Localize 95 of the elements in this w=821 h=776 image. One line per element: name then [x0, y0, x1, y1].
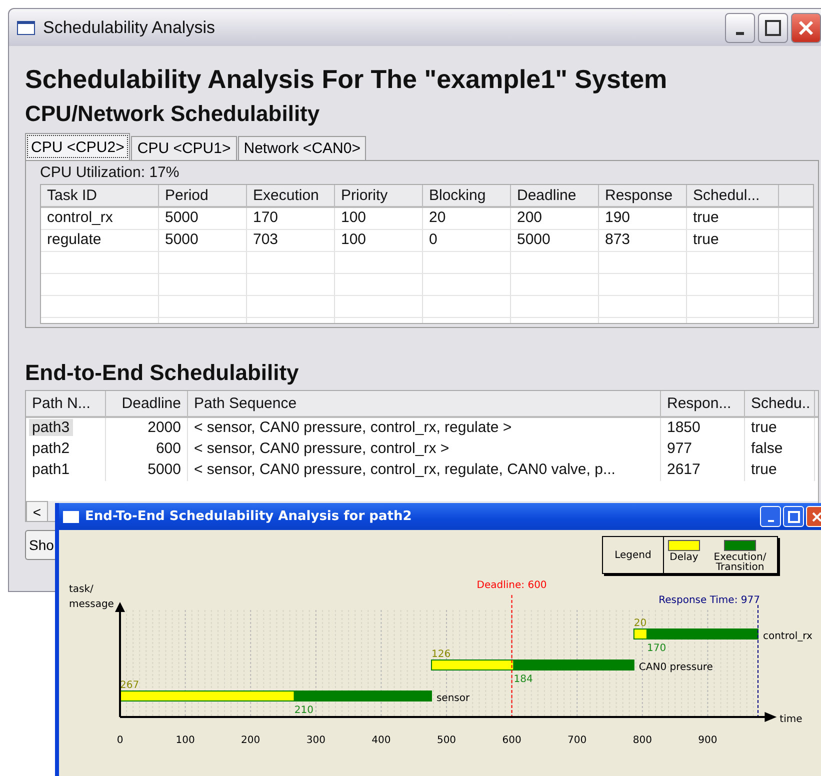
- task-label: sensor: [436, 693, 470, 704]
- table-cell: true: [687, 208, 779, 229]
- table-cell: true: [745, 460, 815, 481]
- task-label: control_rx: [762, 631, 812, 642]
- close-icon: [798, 20, 814, 36]
- table-cell: 0: [423, 230, 511, 251]
- section-heading: End-to-End Schedulability: [25, 360, 300, 386]
- minimize-icon: [736, 32, 744, 35]
- column-header[interactable]: Priority: [335, 185, 423, 206]
- show-button[interactable]: Sho: [25, 530, 55, 560]
- table-cell: 873: [599, 230, 687, 251]
- column-header[interactable]: Task ID: [41, 185, 159, 206]
- table-cell: 5000: [106, 460, 188, 481]
- column-header[interactable]: Period: [159, 185, 247, 206]
- legend-swatch: [668, 540, 700, 551]
- window-icon: [17, 20, 35, 34]
- column-header[interactable]: Schedul...: [687, 185, 779, 206]
- column-header[interactable]: Blocking: [423, 185, 511, 206]
- table-cell: 20: [423, 208, 511, 229]
- table-cell: 190: [599, 208, 687, 229]
- table-cell: 100: [335, 208, 423, 229]
- legend-label: Delay: [668, 553, 700, 563]
- page-heading: Schedulability Analysis For The "example1" System: [25, 64, 668, 95]
- table-cell: false: [745, 439, 815, 460]
- legend-swatch: [724, 540, 756, 551]
- column-header[interactable]: Respon...: [661, 391, 745, 416]
- execution-label: 170: [646, 643, 666, 654]
- table-cell: control_rx: [41, 208, 159, 229]
- minimize-icon: [768, 520, 774, 522]
- scroll-left-button[interactable]: <: [26, 501, 48, 521]
- column-header[interactable]: Deadline: [106, 391, 188, 416]
- delay-label: 267: [120, 680, 140, 691]
- tick-label: 700: [568, 735, 587, 746]
- table-cell: 5000: [159, 208, 247, 229]
- minimize-button[interactable]: [725, 12, 755, 42]
- table-cell: 200: [511, 208, 599, 229]
- tab[interactable]: Network <CAN0>: [238, 136, 366, 160]
- delay-bar: [633, 628, 648, 640]
- execution-label: 210: [294, 705, 314, 716]
- table-cell: < sensor, CAN0 pressure, control_rx >: [188, 439, 661, 460]
- tab[interactable]: CPU <CPU2>: [25, 133, 130, 160]
- table-cell: 600: [106, 439, 188, 460]
- task-label: CAN0 pressure: [638, 662, 713, 673]
- column-header[interactable]: Path N...: [26, 391, 106, 416]
- table-cell: 1850: [661, 418, 745, 439]
- table-cell: true: [745, 418, 815, 439]
- deadline-label: Deadline: 600: [476, 580, 547, 591]
- table-cell: regulate: [41, 230, 159, 251]
- column-header[interactable]: Response: [599, 185, 687, 206]
- close-icon: [810, 510, 821, 522]
- legend-label: Execution/ Transition: [712, 553, 768, 573]
- response-label: Response Time: 977: [658, 595, 760, 606]
- table-cell: < sensor, CAN0 pressure, control_rx, regulate, CAN0 valve, p...: [188, 460, 661, 481]
- table-cell: 5000: [511, 230, 599, 251]
- column-header[interactable]: Schedu..: [745, 391, 815, 416]
- tick-label: 600: [502, 735, 522, 746]
- tick-label: 800: [632, 735, 652, 746]
- tick-label: 300: [306, 735, 326, 746]
- table-cell: true: [687, 230, 779, 251]
- maximize-icon: [788, 510, 800, 522]
- tick-label: 400: [372, 735, 391, 746]
- axis-label: time: [780, 714, 802, 725]
- table-cell[interactable]: path2: [29, 440, 73, 457]
- column-header[interactable]: Execution: [247, 185, 335, 206]
- table-cell: 5000: [159, 230, 247, 251]
- window-title: Schedulability Analysis: [43, 18, 215, 38]
- maximize-icon: [765, 20, 781, 36]
- section-heading: CPU/Network Schedulability: [25, 101, 321, 127]
- table-cell: < sensor, CAN0 pressure, control_rx, regulate >: [188, 418, 661, 439]
- table-cell[interactable]: path3: [29, 419, 73, 436]
- tick-label: 0: [116, 735, 124, 746]
- execution-label: 184: [514, 674, 533, 685]
- column-header[interactable]: Path Sequence: [188, 391, 661, 416]
- column-header[interactable]: Deadline: [511, 185, 599, 206]
- window-title: End-To-End Schedulability Analysis for path2: [85, 509, 412, 524]
- table-cell: 977: [661, 439, 745, 460]
- maximize-button[interactable]: [758, 12, 788, 42]
- window-icon: [63, 510, 79, 522]
- table-cell: 703: [247, 230, 335, 251]
- tick-label: 900: [698, 735, 718, 746]
- tick-label: 200: [241, 735, 260, 746]
- close-button[interactable]: [791, 12, 821, 42]
- cpu-utilization: CPU Utilization: 17%: [40, 164, 180, 181]
- tick-label: 100: [176, 735, 195, 746]
- legend-title: Legend: [603, 537, 664, 573]
- table-cell[interactable]: path1: [29, 461, 73, 478]
- delay-label: 20: [634, 618, 647, 629]
- table-cell: 2000: [106, 418, 188, 439]
- table-cell: 170: [247, 208, 335, 229]
- tick-label: 500: [436, 735, 456, 746]
- table-cell: 2617: [661, 460, 745, 481]
- tab[interactable]: CPU <CPU1>: [131, 136, 237, 160]
- table-cell: 100: [335, 230, 423, 251]
- axis-label: task/ message: [69, 583, 115, 612]
- delay-label: 126: [431, 649, 451, 660]
